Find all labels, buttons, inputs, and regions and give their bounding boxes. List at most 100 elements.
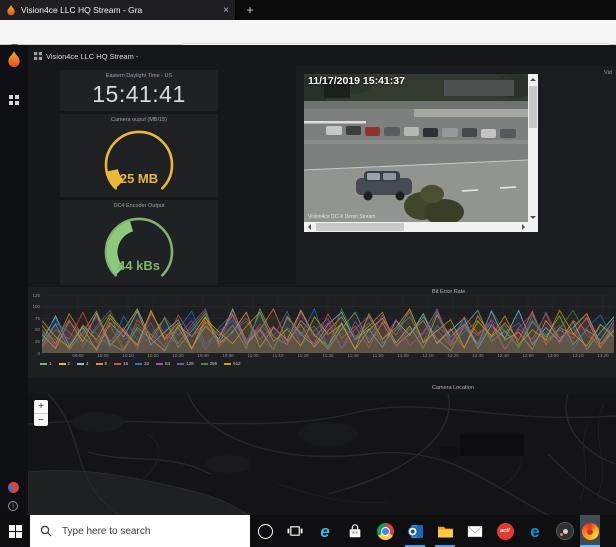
x-tick-label: 12:30 [472,353,484,358]
legend-color-dash [224,362,232,365]
svg-text:Vision4ce DC-X Demo Stream: Vision4ce DC-X Demo Stream [308,214,375,220]
chrome-button[interactable] [370,515,400,547]
task-view-button[interactable] [280,515,310,547]
legend-item[interactable]: 256 [200,361,218,366]
tab-close-icon[interactable]: × [223,5,229,16]
scroll-up-arrow[interactable] [528,74,538,84]
x-tick-label: 11:20 [297,353,309,358]
outlook-button[interactable] [400,515,430,547]
legend-color-dash [58,362,66,365]
map-panel-title[interactable]: Camera Location [432,385,474,391]
cortana-button[interactable] [250,515,280,547]
legend-item[interactable]: 1 [40,361,52,366]
browser-toolbar: ← → ⟳ ⌂ wellkeeper.us:3000/d/jxt_8Cqmz/v… [0,20,616,63]
x-tick-label: 13:00 [547,353,559,358]
internet-explorer-button[interactable]: e [310,515,340,547]
gauge-camera-title[interactable]: Camera ouput (MB/15) [60,117,218,123]
start-button[interactable] [0,515,30,547]
microsoft-store-icon [349,524,361,538]
legend-color-dash [135,362,143,365]
legend-label: 4 [86,361,89,366]
encoder-output-gauge: 44 kBs [104,217,174,277]
dashboard-title[interactable]: Vision4ce LLC HQ Stream - [46,52,138,61]
x-tick-label: 13:20 [597,353,609,358]
browser-tab[interactable]: Vision4ce LLC HQ Stream - Gra × [0,0,236,20]
new-tab-button[interactable]: + [242,0,258,20]
edge-icon: e [530,521,540,541]
x-tick-label: 11:40 [347,353,359,358]
encoder-output-gauge-panel: DC4 Encoder Output 44 kBs [60,200,218,285]
map-zoom-out-button[interactable]: − [34,414,48,427]
legend-color-dash [200,362,208,365]
scroll-down-arrow[interactable] [528,212,538,222]
x-tick-label: 12:50 [522,353,534,358]
video-vertical-scrollbar[interactable] [528,74,538,222]
firefox-button-active[interactable] [580,515,600,547]
act-button[interactable]: act! [490,515,520,547]
y-tick-label: 0 [37,350,40,356]
svg-text:25 MB: 25 MB [120,171,158,186]
dashboards-grid-icon[interactable] [9,95,19,105]
legend-item[interactable]: 16 [114,361,128,366]
scrollbar-corner [528,222,538,232]
legend-label: 8 [104,361,108,366]
video-timestamp: 11/17/2019 15:41:37 [308,75,405,87]
legend-item[interactable]: 32 [135,361,149,366]
legend-item[interactable]: 64 [156,361,170,366]
legend-label: 256 [209,361,218,366]
gauge-encoder-title[interactable]: DC4 Encoder Output [60,203,218,209]
map-zoom-in-button[interactable]: + [34,400,48,414]
svg-text:44 kBs: 44 kBs [118,258,160,273]
legend-label: 2 [67,361,71,366]
legend-label: 16 [123,361,129,366]
user-avatar[interactable] [8,482,19,493]
legend-item[interactable]: 512 [224,361,241,366]
task-view-icon [287,526,303,536]
legend-item[interactable]: 128 [177,361,194,366]
scroll-right-arrow[interactable] [518,222,528,232]
x-tick-label: 10:40 [197,353,209,358]
x-tick-label: 12:20 [447,353,459,358]
mail-button[interactable] [460,515,490,547]
x-tick-label: 12:00 [397,353,409,358]
horizontal-scroll-thumb[interactable] [316,223,404,231]
internet-explorer-icon: e [320,521,330,541]
help-icon[interactable]: i [8,501,18,511]
file-explorer-button[interactable] [430,515,460,547]
x-tick-label: 10:10 [122,353,134,358]
grafana-logo-icon[interactable] [6,51,22,68]
chrome-icon [376,522,394,540]
scroll-left-arrow[interactable] [304,222,314,232]
bit-error-rate-chart [42,295,614,353]
taskbar-search-box[interactable] [30,515,250,547]
tab-title: Vision4ce LLC HQ Stream - Gra [21,5,143,15]
video-horizontal-scrollbar[interactable] [304,222,528,232]
camera-output-gauge: 25 MB [104,130,174,190]
clock-panel-title[interactable]: Eastern Daylight Time - US [60,73,218,79]
legend-item[interactable]: 2 [58,361,71,366]
video-panel-title[interactable]: Vid [604,70,612,76]
edge-button[interactable]: e [520,515,550,547]
x-tick-label: 10:20 [147,353,159,358]
camera-feed-image: Vision4ce DC-X Demo Stream 11/17/2019 15… [304,74,528,222]
x-tick-label: 12:40 [497,353,509,358]
microsoft-store-button[interactable] [340,515,370,547]
chart-legend: 1 2 4 8 16 32 64 128 256 512 [40,361,241,366]
dark-map[interactable] [28,394,616,515]
grafana-sidebar: i [0,45,28,515]
legend-color-dash [156,362,164,365]
legend-item[interactable]: 4 [77,361,89,366]
legend-item[interactable]: 8 [95,361,108,366]
camera-app-button[interactable] [550,515,580,547]
mail-icon [467,525,483,537]
x-tick-label: 11:50 [372,353,384,358]
x-tick-label: 10:30 [172,353,184,358]
legend-label: 1 [49,361,52,366]
cortana-icon [257,523,273,539]
vertical-scroll-thumb[interactable] [529,86,537,128]
dashboard-grid-icon [34,52,42,60]
search-icon [40,525,52,537]
legend-color-dash [177,362,185,365]
search-input[interactable] [60,524,234,538]
y-tick-label: 75 [34,315,40,321]
